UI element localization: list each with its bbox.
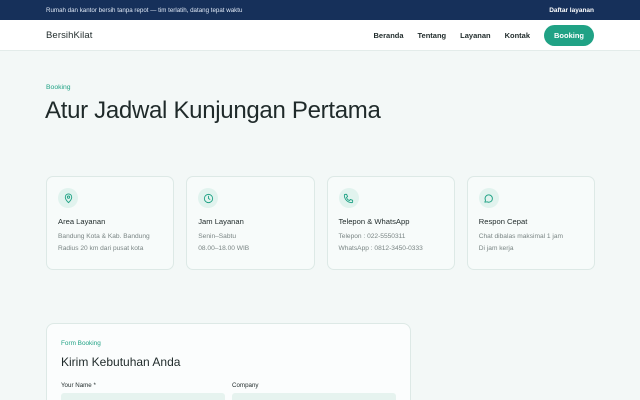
info-cards: Area Layanan Bandung Kota & Kab. Bandung… [46, 176, 595, 270]
card-line: Di jam kerja [478, 245, 514, 252]
booking-button[interactable]: Booking [544, 24, 594, 46]
booking-form: Form Booking Kirim Kebutuhan Anda Your N… [46, 323, 411, 400]
card-title: Telepon & WhatsApp [338, 217, 410, 226]
services-list-link[interactable]: Daftar layanan [549, 7, 594, 14]
map-pin-icon [58, 188, 78, 208]
announcement-text: Rumah dan kantor bersih tanpa repot — ti… [46, 6, 243, 14]
card-line: Radius 20 km dari pusat kota [58, 245, 144, 252]
page-title: Atur Jadwal Kunjungan Pertama [45, 97, 381, 124]
name-input[interactable] [61, 393, 225, 400]
form-title: Kirim Kebutuhan Anda [61, 355, 181, 369]
card-title: Respon Cepat [478, 217, 528, 226]
card-title: Jam Layanan [198, 217, 244, 226]
name-field-label: Your Name * [61, 382, 96, 389]
nav-link-layanan[interactable]: Layanan [460, 31, 490, 40]
card-service-hours: Jam Layanan Senin–Sabtu 08.00–18.00 WIB [186, 176, 315, 270]
card-title: Area Layanan [58, 217, 106, 226]
brand-logo[interactable]: BersihKilat [46, 30, 93, 41]
clock-icon [198, 188, 219, 208]
nav-link-beranda[interactable]: Beranda [374, 31, 404, 40]
form-eyebrow: Form Booking [61, 340, 101, 347]
card-line: WhatsApp : 0812-3450-0333 [338, 245, 423, 252]
nav-link-kontak[interactable]: Kontak [505, 31, 530, 40]
company-field-label: Company [232, 382, 259, 389]
main-nav: Beranda Tentang Layanan Kontak Booking [374, 24, 594, 46]
announcement-bar: Rumah dan kantor bersih tanpa repot — ti… [0, 0, 640, 20]
phone-icon [338, 188, 359, 208]
card-line: Senin–Sabtu [198, 233, 237, 240]
nav-link-tentang[interactable]: Tentang [418, 31, 447, 40]
card-line: Bandung Kota & Kab. Bandung [58, 233, 150, 240]
company-input[interactable] [232, 393, 396, 400]
card-line: 08.00–18.00 WIB [198, 245, 250, 252]
card-line: Chat dibalas maksimal 1 jam [478, 233, 564, 240]
card-phone-whatsapp: Telepon & WhatsApp Telepon : 022-5550311… [326, 176, 455, 270]
card-fast-response: Respon Cepat Chat dibalas maksimal 1 jam… [466, 176, 595, 270]
section-eyebrow: Booking [46, 84, 71, 91]
site-header: BersihKilat Beranda Tentang Layanan Kont… [0, 20, 640, 51]
card-service-area: Area Layanan Bandung Kota & Kab. Bandung… [46, 176, 175, 270]
card-line: Telepon : 022-5550311 [338, 233, 406, 240]
chat-icon [478, 188, 499, 208]
